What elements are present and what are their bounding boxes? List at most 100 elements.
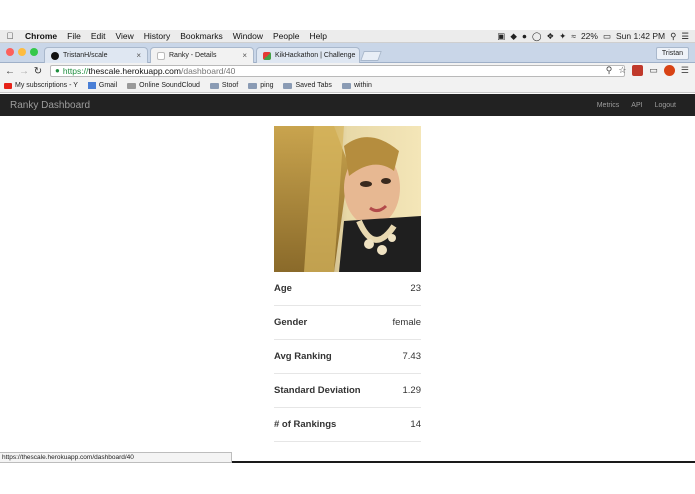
timer-icon[interactable]: ◯ xyxy=(532,31,542,42)
tab-title: TristanH/scale xyxy=(63,52,108,59)
stat-row-standard-deviation: Standard Deviation 1.29 xyxy=(274,374,421,408)
bookmark-subscriptions[interactable]: My subscriptions - Y xyxy=(4,82,78,89)
page-icon xyxy=(157,51,165,60)
stat-value: 7.43 xyxy=(402,351,422,362)
gmail-icon xyxy=(87,82,96,89)
browser-toolbar: ← → ↻ ● https:// thescale.herokuapp.com … xyxy=(0,63,695,79)
spotlight-icon[interactable]: ⚲ xyxy=(670,31,676,42)
battery-percent[interactable]: 22% xyxy=(581,31,598,41)
tab-ranky-details[interactable]: Ranky - Details × xyxy=(150,47,254,63)
battery-icon[interactable]: ▭ xyxy=(603,31,611,42)
menu-people[interactable]: People xyxy=(268,31,304,41)
menu-app-name[interactable]: Chrome xyxy=(20,31,62,41)
bookmark-label: Online SoundCloud xyxy=(139,82,200,89)
toolbar-extensions: ⚲ ☆ ▭ ☰ xyxy=(606,65,689,76)
menu-file[interactable]: File xyxy=(62,31,86,41)
chrome-menu-icon[interactable]: ☰ xyxy=(681,65,689,76)
tab-strip: TristanH/scale × Ranky - Details × KikHa… xyxy=(0,43,695,63)
navbar-links: Metrics API Logout xyxy=(597,102,695,109)
menu-help[interactable]: Help xyxy=(304,31,331,41)
bookmark-label: within xyxy=(353,82,372,89)
profile-photo-image xyxy=(274,126,421,272)
youtube-icon xyxy=(4,82,12,89)
stat-row-age: Age 23 xyxy=(274,272,421,306)
notification-icon[interactable]: ● xyxy=(522,31,527,41)
folder-icon xyxy=(209,82,219,89)
menu-view[interactable]: View xyxy=(110,31,138,41)
menu-history[interactable]: History xyxy=(139,31,175,41)
lock-icon: ● xyxy=(55,66,60,75)
nav-link-api[interactable]: API xyxy=(631,102,642,109)
stat-value: 14 xyxy=(410,419,421,430)
tab-github[interactable]: TristanH/scale × xyxy=(44,47,148,63)
url-path: /dashboard/40 xyxy=(180,66,236,76)
nav-link-metrics[interactable]: Metrics xyxy=(597,102,620,109)
nav-link-logout[interactable]: Logout xyxy=(655,102,676,109)
bookmark-soundcloud[interactable]: Online SoundCloud xyxy=(127,82,200,89)
profile-button[interactable]: Tristan xyxy=(655,47,689,60)
stat-label: Standard Deviation xyxy=(274,385,361,396)
extension-icon[interactable] xyxy=(632,65,644,76)
bookmark-label: Stoof xyxy=(221,82,239,89)
bookmark-stoof[interactable]: Stoof xyxy=(209,82,239,89)
close-tab-icon[interactable]: × xyxy=(136,51,141,60)
back-icon[interactable]: ← xyxy=(3,66,17,77)
bookmark-gmail[interactable]: Gmail xyxy=(87,82,117,89)
close-tab-icon[interactable]: × xyxy=(242,51,247,60)
folder-icon xyxy=(341,82,351,89)
kik-icon xyxy=(263,51,271,60)
stat-row-num-rankings: # of Rankings 14 xyxy=(274,408,421,442)
search-icon[interactable]: ⚲ xyxy=(606,65,613,76)
stat-row-avg-ranking: Avg Ranking 7.43 xyxy=(274,340,421,374)
folder-icon xyxy=(283,82,293,89)
stat-value: 1.29 xyxy=(402,385,422,396)
stat-value: female xyxy=(392,317,421,328)
cast-icon[interactable]: ▣ xyxy=(497,31,505,42)
bookmark-within[interactable]: within xyxy=(341,82,372,89)
zoom-window-button[interactable] xyxy=(30,48,38,56)
bookmark-label: Saved Tabs xyxy=(295,82,332,89)
forward-icon[interactable]: → xyxy=(17,66,31,77)
pinterest-icon[interactable] xyxy=(663,65,675,76)
github-icon xyxy=(51,51,59,60)
tab-title: Ranky - Details xyxy=(169,52,217,59)
status-bubble-url: https://thescale.herokuapp.com/dashboard… xyxy=(0,452,232,463)
tab-title: KikHackathon | Challenge xyxy=(275,52,356,59)
bottom-letterbox xyxy=(0,463,695,494)
soundcloud-icon xyxy=(127,82,137,89)
reload-icon[interactable]: ↻ xyxy=(31,66,45,77)
apple-icon[interactable]:  xyxy=(0,31,20,41)
window-controls xyxy=(6,48,38,56)
bookmark-label: My subscriptions - Y xyxy=(15,82,78,89)
url-scheme: https:// xyxy=(62,66,89,76)
clock[interactable]: Sun 1:42 PM xyxy=(616,31,665,41)
address-bar[interactable]: ● https:// thescale.herokuapp.com /dashb… xyxy=(50,65,625,77)
bookmark-saved-tabs[interactable]: Saved Tabs xyxy=(283,82,332,89)
bookmark-ping[interactable]: ping xyxy=(248,82,273,89)
stats-table: Age 23 Gender female Avg Ranking 7.43 St… xyxy=(274,272,421,442)
bluetooth-icon[interactable]: ✦ xyxy=(559,31,566,42)
stat-label: # of Rankings xyxy=(274,419,337,430)
macos-menu-bar:  Chrome File Edit View History Bookmark… xyxy=(0,30,695,43)
menu-edit[interactable]: Edit xyxy=(86,31,111,41)
star-icon[interactable]: ☆ xyxy=(618,65,626,76)
tab-kikhackathon[interactable]: KikHackathon | Challenge × xyxy=(256,47,360,63)
evernote-icon[interactable]: ◆ xyxy=(510,31,517,42)
menu-window[interactable]: Window xyxy=(228,31,268,41)
notification-center-icon[interactable]: ☰ xyxy=(681,31,689,42)
wifi-icon[interactable]: ≈ xyxy=(571,31,576,41)
new-tab-button[interactable] xyxy=(360,51,382,61)
close-window-button[interactable] xyxy=(6,48,14,56)
minimize-window-button[interactable] xyxy=(18,48,26,56)
dropbox-icon[interactable]: ❖ xyxy=(547,31,555,42)
stat-label: Age xyxy=(274,283,292,294)
bookmarks-bar: My subscriptions - Y Gmail Online SoundC… xyxy=(0,79,695,93)
stat-label: Avg Ranking xyxy=(274,351,332,362)
menu-bookmarks[interactable]: Bookmarks xyxy=(175,31,228,41)
stat-row-gender: Gender female xyxy=(274,306,421,340)
stat-label: Gender xyxy=(274,317,308,328)
navbar-brand[interactable]: Ranky Dashboard xyxy=(0,100,90,111)
top-letterbox xyxy=(0,0,695,30)
url-host: thescale.herokuapp.com xyxy=(88,66,181,76)
cast-icon[interactable]: ▭ xyxy=(649,65,658,76)
